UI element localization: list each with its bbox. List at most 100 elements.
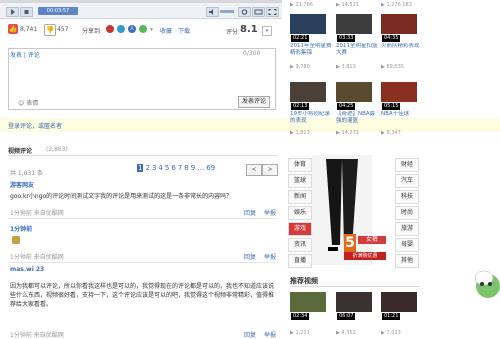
reply-link[interactable]: 回复 (244, 330, 256, 339)
video-thumbnail[interactable] (381, 14, 417, 34)
thumbs-up-icon: 👍 (8, 25, 18, 33)
more-share-icon[interactable]: ▾ (150, 26, 153, 33)
play-count-value: 9,780 (295, 64, 310, 70)
dislike-button[interactable]: 👎 (44, 24, 56, 36)
weibo-share-icon[interactable] (106, 25, 114, 33)
page-link[interactable]: 7 (178, 164, 182, 172)
comment-username[interactable]: 1分钟前 (10, 224, 32, 233)
report-link[interactable]: 举报 (264, 252, 276, 261)
comment-username[interactable]: mas.wi 23 (10, 266, 44, 273)
page-link[interactable]: 3 (152, 164, 156, 172)
video-thumbnail[interactable] (336, 82, 372, 102)
volume-slider[interactable] (220, 10, 234, 13)
comment-text: 因为我都可以评论，所以你看我这样也是可以的，我觉得现在的评论都是可以的，我也不知… (10, 283, 274, 308)
page-link[interactable]: 6 (171, 164, 175, 172)
divider (8, 262, 278, 263)
video-thumbnail[interactable] (290, 292, 326, 312)
category-link-active[interactable]: 游戏 (288, 222, 312, 236)
video-thumbnail[interactable] (290, 14, 326, 34)
video-thumbnail[interactable] (381, 82, 417, 102)
page-link[interactable]: 8 (184, 164, 188, 172)
play-button[interactable] (6, 7, 19, 17)
settings-button[interactable] (238, 7, 251, 17)
pants-ad-image (326, 159, 358, 253)
comment-input[interactable] (9, 60, 271, 98)
submit-comment-button[interactable]: 发表评论 (238, 96, 270, 108)
play-count: ▶ 89,635 (381, 64, 404, 70)
login-notice-link[interactable]: 登录评论，或匿名者 (8, 121, 62, 130)
category-link[interactable]: 资讯 (288, 238, 312, 252)
video-title[interactable]: 2011全明星扣篮大赛 (336, 43, 378, 57)
download-link[interactable]: 下载 (178, 26, 190, 35)
page-link-last[interactable]: 69 (206, 164, 215, 172)
score-label: 评分 (226, 29, 239, 36)
mascot-icon (474, 270, 500, 298)
time-readout: 00:03:57 (38, 7, 78, 15)
ad-subtext: 折满购优惠 (344, 252, 386, 260)
like-button[interactable]: 👍 (8, 24, 18, 34)
reply-link[interactable]: 回复 (244, 252, 256, 261)
comment-meta: 1分钟前 来自优酷网 (10, 254, 64, 261)
category-link[interactable]: 其他 (395, 254, 419, 268)
widescreen-button[interactable] (252, 7, 265, 17)
category-link[interactable]: 娱乐 (288, 206, 312, 220)
play-count: ▶ 7,023 (381, 330, 401, 336)
category-link[interactable]: 时尚 (395, 206, 419, 220)
video-thumbnail[interactable] (381, 292, 417, 312)
video-title[interactable]: NBA十佳球 (381, 111, 423, 118)
next-page-button[interactable]: > (262, 164, 278, 176)
ad-badge: 女裤 (358, 236, 386, 244)
avatar[interactable] (12, 236, 20, 244)
category-link[interactable]: 篮球 (288, 174, 312, 188)
video-duration: 02:13 (291, 103, 310, 110)
favorite-link[interactable]: 收藏 (160, 26, 172, 35)
play-count: ▶ 14,271 (336, 130, 359, 136)
prev-page-button[interactable]: < (246, 164, 262, 176)
page-link[interactable]: 4 (158, 164, 162, 172)
video-thumbnail[interactable] (336, 14, 372, 34)
video-thumbnail[interactable] (336, 292, 372, 312)
comment-username[interactable]: 游客网友 (10, 180, 34, 189)
score-dropdown[interactable]: ▾ (262, 26, 272, 36)
video-duration: 04:35 (382, 35, 401, 42)
divider (8, 155, 278, 156)
video-thumbnail[interactable] (290, 82, 326, 102)
progress-track[interactable] (0, 0, 282, 3)
video-duration: 04:25 (337, 103, 356, 110)
category-link[interactable]: 母婴 (395, 238, 419, 252)
category-link[interactable]: 汽车 (395, 174, 419, 188)
page-link[interactable]: 2 (145, 164, 149, 172)
floating-mascot[interactable] (470, 262, 500, 302)
category-link[interactable]: 科技 (395, 190, 419, 204)
volume-button[interactable] (206, 7, 219, 17)
report-link[interactable]: 举报 (264, 208, 276, 217)
video-title[interactable]: 19岁小将创纪录的表现 (290, 111, 332, 125)
category-link[interactable]: 旅游 (395, 222, 419, 236)
category-link[interactable]: 直播 (288, 254, 312, 268)
category-link[interactable]: 体育 (288, 158, 312, 172)
fullscreen-button[interactable] (266, 7, 279, 17)
douban-share-icon[interactable] (139, 25, 147, 33)
page-link[interactable]: 5 (165, 164, 169, 172)
video-title[interactable]: 火箭队精彩表现 (381, 43, 423, 50)
comments-tab[interactable]: 视频评论 (8, 146, 32, 155)
renren-share-icon[interactable]: 人 (128, 25, 136, 33)
page-link[interactable]: 9 (191, 164, 195, 172)
page-link[interactable]: 1 (137, 164, 144, 172)
category-link[interactable]: 新闻 (288, 190, 312, 204)
score-value: 8.1 (240, 24, 258, 35)
stop-button[interactable] (20, 7, 33, 17)
video-title[interactable]: 【奇迹】NBA最强的灌篮 (336, 111, 378, 125)
category-link[interactable]: 财经 (395, 158, 419, 172)
video-title[interactable]: 2011年全明星赛精彩集锦 (290, 43, 332, 57)
emoji-button[interactable]: ☺ 表情 (18, 98, 38, 107)
ad-banner[interactable] (312, 155, 372, 265)
video-duration: 02:21 (291, 35, 310, 42)
video-duration: 06:07 (337, 313, 356, 320)
share-label: 分享到 (82, 28, 101, 35)
qzone-share-icon[interactable] (117, 25, 125, 33)
report-link[interactable]: 举报 (264, 330, 276, 339)
comment-box-label: 发表 | 评论 (10, 52, 40, 59)
reply-link[interactable]: 回复 (244, 208, 256, 217)
play-count-value: 1,813 (295, 130, 310, 136)
